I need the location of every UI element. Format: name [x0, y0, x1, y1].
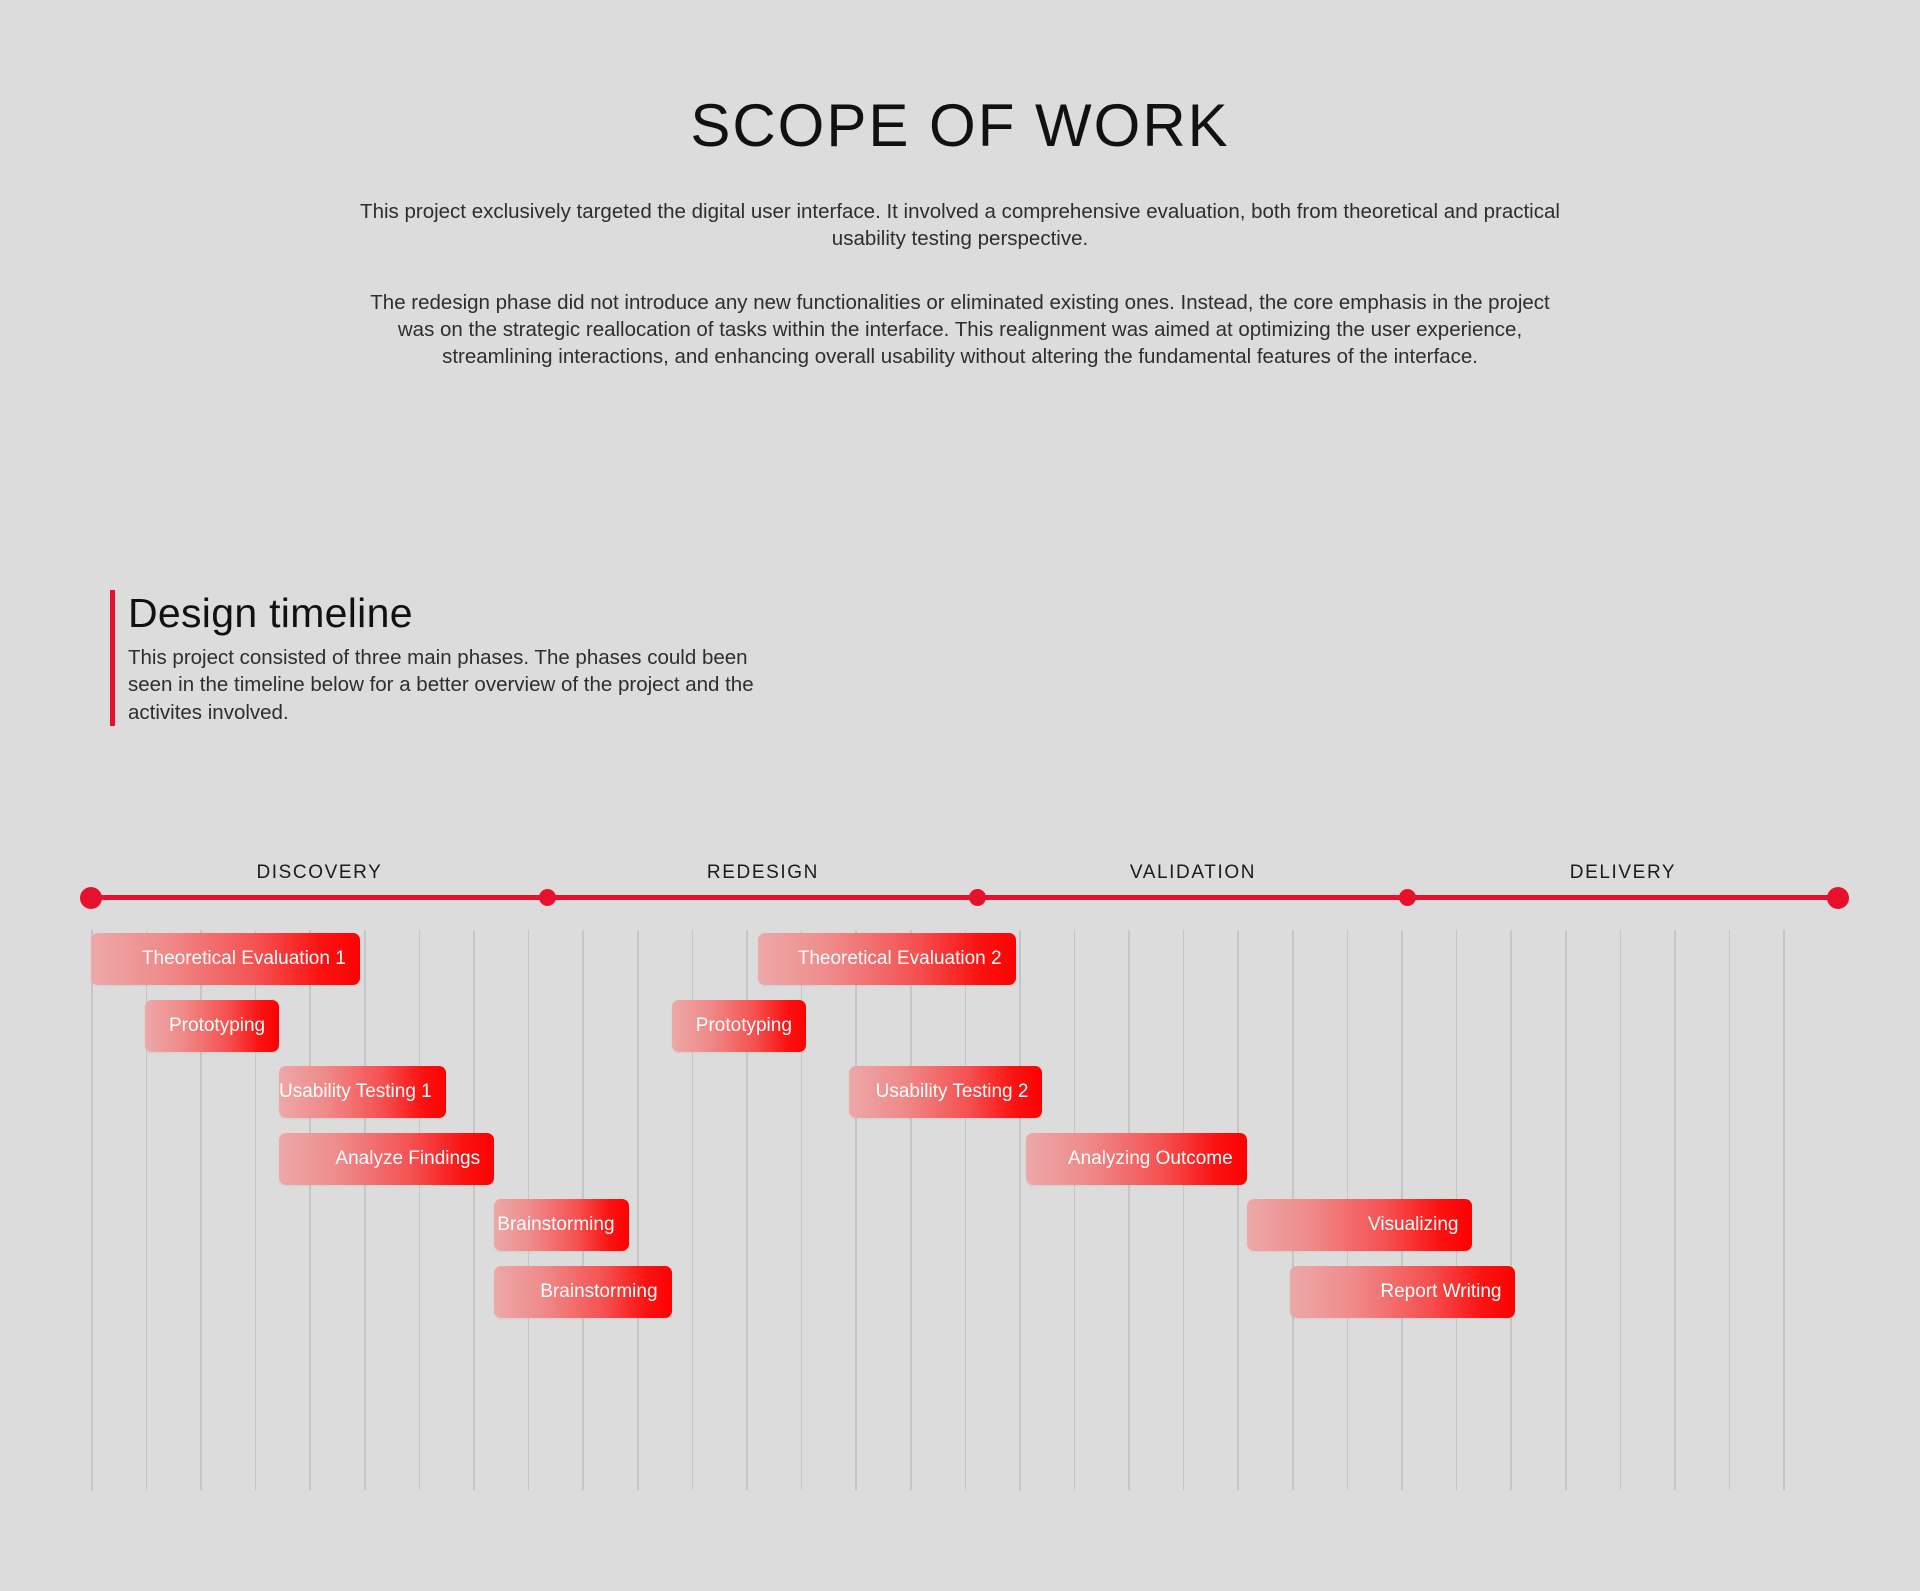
accent-rule	[110, 590, 115, 726]
intro-paragraph-2: The redesign phase did not introduce any…	[370, 290, 1550, 369]
gantt-bar[interactable]: Theoretical Evaluation 1	[91, 933, 360, 985]
timeline-axis-container: DISCOVERY REDESIGN VALIDATION DELIVERY	[80, 862, 1849, 918]
design-timeline-section: Design timeline This project consisted o…	[110, 590, 810, 726]
timeline-axis-line	[91, 895, 1838, 900]
gantt-bar[interactable]: Analyze Findings	[279, 1132, 495, 1185]
gantt-bar[interactable]: Prototyping	[671, 999, 806, 1052]
gantt-bar[interactable]: Brainstorming	[494, 1199, 629, 1251]
phase-label-delivery: DELIVERY	[1569, 862, 1677, 883]
timeline-marker[interactable]	[539, 889, 557, 906]
gantt-bar[interactable]: Usability Testing 1	[279, 1066, 446, 1118]
gantt-bar[interactable]: Theoretical Evaluation 2	[757, 933, 1016, 985]
intro-paragraphs: This project exclusively targeted the di…	[360, 198, 1560, 370]
timeline-marker[interactable]	[1827, 886, 1849, 909]
phase-label-validation: VALIDATION	[1129, 862, 1257, 883]
poster-page: SCOPE OF WORK This project exclusively t…	[0, 0, 1920, 1591]
gantt-chart: Theoretical Evaluation 1 Prototyping Usabi…	[91, 930, 1838, 1490]
timeline-marker[interactable]	[969, 889, 987, 906]
gantt-bar[interactable]: Brainstorming	[494, 1265, 672, 1318]
timeline-marker[interactable]	[80, 886, 102, 909]
phase-label-discovery: DISCOVERY	[256, 862, 383, 883]
section-subtitle: This project consisted of three main pha…	[128, 646, 754, 724]
page-title: SCOPE OF WORK	[690, 92, 1230, 159]
gantt-bar[interactable]: Report Writing	[1289, 1265, 1516, 1318]
phase-label-redesign: REDESIGN	[706, 862, 819, 883]
section-title: Design timeline	[128, 590, 413, 636]
intro-paragraph-1: This project exclusively targeted the di…	[360, 200, 1560, 251]
gantt-bar[interactable]: Analyzing Outcome	[1026, 1132, 1247, 1185]
gantt-bar[interactable]: Visualizing	[1246, 1199, 1473, 1251]
timeline-marker[interactable]	[1399, 889, 1417, 906]
gantt-bar[interactable]: Usability Testing 2	[848, 1066, 1043, 1118]
gantt-bar[interactable]: Prototyping	[144, 999, 280, 1052]
gantt-task-bars: Theoretical Evaluation 1 Prototyping Usabi…	[91, 930, 1838, 1490]
